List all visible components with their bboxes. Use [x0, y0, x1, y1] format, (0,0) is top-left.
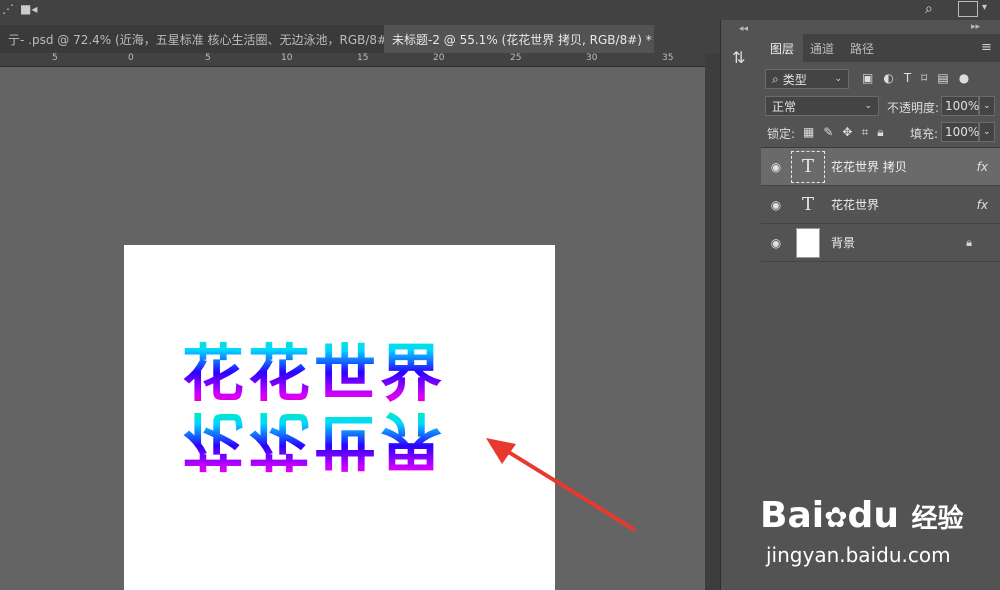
fill-input[interactable]: 100%: [941, 122, 979, 142]
layer-name: 背景: [831, 236, 856, 250]
canvas-text-original: 花花世界: [182, 323, 446, 413]
ruler-tick: 5: [52, 53, 58, 63]
collapse-arrows-icon[interactable]: ◂◂: [739, 24, 748, 34]
lock-icon: 🔒︎: [966, 235, 972, 249]
panel-tabs: 图层 通道 路径 ≡: [761, 34, 1000, 62]
tab-channels[interactable]: 通道: [801, 34, 843, 62]
lock-paint-icon[interactable]: ✎: [823, 125, 833, 141]
background-thumbnail: [791, 227, 825, 259]
ruler-tick: 35: [662, 53, 674, 63]
lock-artboard-icon[interactable]: ⌗: [861, 125, 868, 141]
visibility-eye-icon[interactable]: ◉: [761, 198, 791, 212]
adjustment-filter-icon[interactable]: ◐: [883, 71, 893, 89]
lock-position-icon[interactable]: ✥: [842, 125, 852, 141]
baidu-watermark: Bai✿du 经验 jingyan.baidu.com: [760, 485, 1000, 575]
shape-filter-icon[interactable]: ⌑: [921, 71, 927, 89]
layer-row-text[interactable]: ◉ T 花花世界 fx: [761, 186, 1000, 224]
annotation-arrow: [486, 438, 637, 532]
tab-label: 亍- .psd @ 72.4% (近海，五星标准 核心生活圈、无边泳池，RGB/…: [8, 32, 384, 47]
filter-label: 类型: [782, 72, 807, 87]
workspace-icon[interactable]: [958, 1, 978, 17]
filter-icons: ▣ ◐ T ⌑ ▤ ●: [862, 71, 992, 89]
ruler-tick: 5: [205, 53, 211, 63]
tab-paths[interactable]: 路径: [841, 34, 883, 62]
horizontal-ruler: 5 0 5 10 15 20 25 30 35: [0, 53, 705, 67]
visibility-eye-icon[interactable]: ◉: [761, 160, 791, 174]
share-icon[interactable]: ⋰: [2, 2, 14, 16]
lock-icons: ▦ ✎ ✥ ⌗ 🔒︎: [803, 125, 903, 141]
opacity-dropdown-icon[interactable]: ⌄: [979, 96, 995, 116]
fill-label: 填充:: [910, 127, 939, 141]
lock-transparency-icon[interactable]: ▦: [803, 125, 814, 141]
opacity-label: 不透明度:: [887, 101, 940, 115]
ruler-tick: 10: [281, 53, 293, 63]
options-bar: ⋰ ■◂ ⌕ ▾: [0, 0, 1000, 20]
lock-label: 锁定:: [767, 127, 796, 141]
brand-suffix: 经验: [911, 504, 964, 534]
chevron-down-icon[interactable]: ▾: [982, 2, 987, 13]
blend-mode-value: 正常: [772, 99, 797, 114]
expand-arrows-icon[interactable]: ▸▸: [971, 22, 980, 32]
ruler-tick: 25: [510, 53, 522, 63]
canvas-text-reflection: 花花世界: [182, 401, 446, 491]
search-icon[interactable]: ⌕: [925, 1, 933, 17]
layer-filter-select[interactable]: ⌕ 类型 ⌄: [765, 69, 849, 89]
ruler-tick: 15: [357, 53, 369, 63]
chevron-down-icon: ⌄: [864, 101, 872, 111]
search-icon: ⌕: [772, 71, 779, 86]
vertical-scrollbar[interactable]: [705, 53, 720, 590]
paw-icon: ✿: [824, 501, 848, 534]
blend-mode-select[interactable]: 正常 ⌄: [765, 96, 879, 116]
document-tabs: 亍- .psd @ 72.4% (近海，五星标准 核心生活圈、无边泳池，RGB/…: [0, 20, 720, 53]
image-filter-icon[interactable]: ▣: [862, 71, 873, 89]
brand-part-2: du: [847, 495, 899, 536]
panel-menu-icon[interactable]: ≡: [981, 40, 992, 55]
ruler-tick: 30: [586, 53, 598, 63]
watermark-brand: Bai✿du 经验: [760, 495, 964, 536]
type-layer-thumbnail: T: [801, 194, 814, 215]
fx-icon[interactable]: fx: [977, 160, 988, 174]
smart-object-filter-icon[interactable]: ▤: [937, 71, 948, 89]
type-layer-thumbnail: T: [791, 150, 825, 183]
collapsed-panel-strip: ◂◂ ⇅: [720, 20, 760, 590]
layer-row-background[interactable]: ◉ 背景 🔒︎: [761, 224, 1000, 262]
brand-part-1: Bai: [760, 495, 825, 536]
tab-layers[interactable]: 图层: [761, 34, 804, 62]
fill-dropdown-icon[interactable]: ⌄: [979, 122, 995, 142]
ruler-tick: 20: [433, 53, 445, 63]
opacity-input[interactable]: 100%: [941, 96, 979, 116]
tab-document-1[interactable]: 亍- .psd @ 72.4% (近海，五星标准 核心生活圈、无边泳池，RGB/…: [0, 25, 384, 53]
lock-all-icon[interactable]: 🔒︎: [877, 125, 883, 141]
layer-row-copy[interactable]: ◉ T 花花世界 拷贝 fx: [761, 148, 1000, 186]
visibility-eye-icon[interactable]: ◉: [761, 236, 791, 250]
type-filter-icon[interactable]: T: [904, 71, 911, 89]
tab-label: 未标题-2 @ 55.1% (花花世界 拷贝, RGB/8#) *: [392, 32, 652, 47]
history-icon[interactable]: ⇅: [732, 48, 745, 67]
video-icon[interactable]: ■◂: [20, 2, 37, 16]
tab-document-2[interactable]: 未标题-2 @ 55.1% (花花世界 拷贝, RGB/8#) * ×: [384, 25, 654, 53]
ruler-tick: 0: [128, 53, 134, 63]
filter-toggle-icon[interactable]: ●: [959, 71, 969, 89]
watermark-url: jingyan.baidu.com: [766, 543, 951, 567]
layer-name: 花花世界 拷贝: [831, 160, 907, 174]
layer-name: 花花世界: [831, 198, 880, 212]
fx-icon[interactable]: fx: [977, 198, 988, 212]
chevron-down-icon: ⌄: [834, 74, 842, 84]
